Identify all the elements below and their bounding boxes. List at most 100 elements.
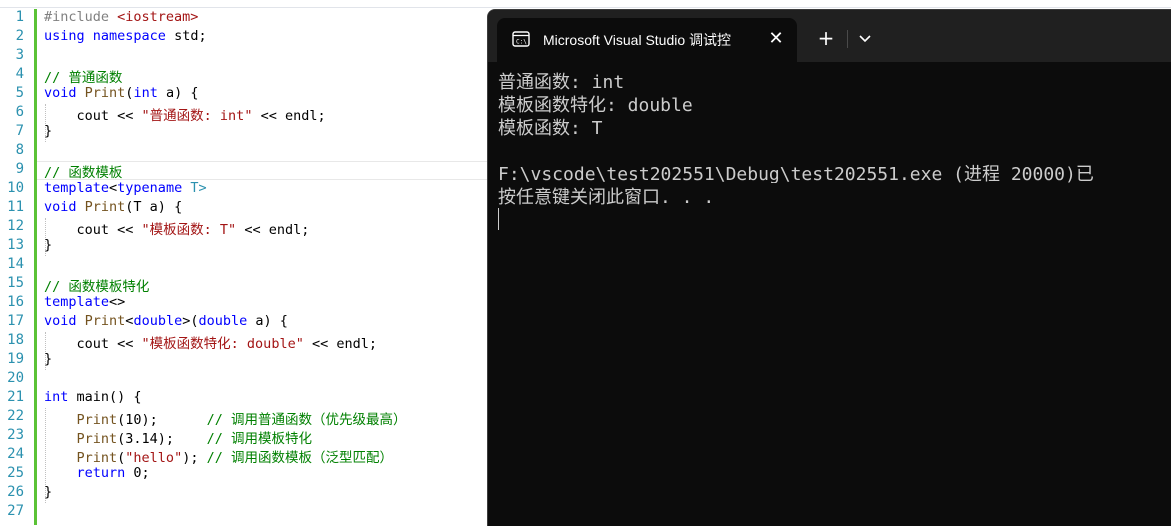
code-token: using [44,28,85,44]
terminal-output-line: F:\vscode\test202551\Debug\test202551.ex… [498,164,1094,183]
code-line[interactable]: using namespace std; [44,28,207,47]
text-cursor [498,208,499,230]
code-line[interactable]: #include <iostream> [44,9,198,28]
code-token: template [44,180,110,196]
code-token: Print [76,412,118,428]
code-line[interactable]: Print(10); // 调用普通函数（优先级最高） [44,408,407,428]
code-line[interactable]: } [44,123,52,142]
terminal-tab-title: Microsoft Visual Studio 调试控 [543,32,732,48]
line-number: 15 [7,275,24,291]
terminal-output-line: 普通函数: int [498,72,625,91]
code-line[interactable]: cout << "普通函数: int" << endl; [44,104,326,124]
code-line[interactable]: void Print(T a) { [44,199,182,218]
code-token: void [44,199,77,215]
code-token: double [198,313,248,329]
line-number: 24 [7,446,24,462]
code-line[interactable]: void Print<double>(double a) { [44,313,288,332]
code-line[interactable]: cout << "模板函数: T" << endl; [44,218,310,238]
code-line[interactable]: } [44,484,52,503]
code-token: int [44,389,69,405]
code-token: std; [165,28,207,44]
code-token: // 调用普通函数（优先级最高） [206,412,407,428]
code-token: } [44,351,53,367]
code-token: cout << [44,108,142,124]
code-token: typename [117,180,183,196]
code-token: namespace [92,28,166,44]
line-number: 8 [15,142,24,158]
line-number: 11 [7,199,24,215]
line-number: 10 [7,180,24,196]
code-line[interactable]: } [44,237,52,256]
code-line[interactable]: cout << "模板函数特化: double" << endl; [44,332,377,352]
line-number: 7 [15,123,24,139]
line-number-gutter: 1 2 3 4 5 6 7 8 9 10 11 12 13 14 15 16 17 18 19 20 21 22 23 24 2… [0,9,34,525]
code-token: // 函数模板特化 [44,279,150,295]
code-token: double [133,313,183,329]
code-token: (3.14); [117,431,207,447]
debug-console-window[interactable]: C:\ Microsoft Visual Studio 调试控 ✕ + 普通函数… [487,9,1171,526]
line-number: 12 [7,218,24,234]
code-token: "模板函数特化: double" [141,336,304,352]
terminal-titlebar: C:\ Microsoft Visual Studio 调试控 ✕ + [488,10,1171,62]
code-token: // 调用函数模板（泛型匹配） [206,450,393,466]
code-line[interactable]: void Print(int a) { [44,85,198,104]
line-number: 4 [15,66,24,82]
code-token: main() { [68,389,142,405]
code-token: return [76,465,126,481]
terminal-tab[interactable]: C:\ Microsoft Visual Studio 调试控 ✕ [497,18,797,62]
chevron-down-icon[interactable] [854,27,876,49]
code-line[interactable]: // 普通函数 [44,66,122,86]
line-number: 2 [15,28,24,44]
code-token: // 函数模板 [44,165,123,181]
code-token: } [44,484,53,500]
close-icon[interactable]: ✕ [765,28,787,50]
line-number: 21 [7,389,24,405]
code-line[interactable]: return 0; [44,465,150,484]
line-number: 18 [7,332,24,348]
line-number: 26 [7,484,24,500]
code-line[interactable]: template<typename T> [44,180,207,199]
code-token: } [44,237,53,253]
line-number: 20 [7,370,24,386]
code-token: void [44,313,77,329]
code-line[interactable]: // 函数模板特化 [44,275,150,295]
code-token: // 调用模板特化 [206,431,312,447]
code-line[interactable]: } [44,351,52,370]
code-token: << endl; [236,222,310,238]
code-line[interactable]: template<> [44,294,125,313]
line-number: 9 [15,161,24,177]
editor-top-strip [0,0,1171,8]
console-icon: C:\ [512,31,530,47]
code-token: < [109,180,118,196]
code-line[interactable]: int main() { [44,389,142,408]
line-number: 13 [7,237,24,253]
line-number: 27 [7,503,24,519]
code-token: Print [84,313,126,329]
line-number: 1 [15,9,24,25]
code-line[interactable]: Print("hello"); // 调用函数模板（泛型匹配） [44,446,393,466]
code-token: "模板函数: T" [141,222,237,238]
titlebar-divider [847,30,848,48]
line-number: 6 [15,104,24,120]
code-token: Print [84,199,126,215]
line-number: 23 [7,427,24,443]
code-line[interactable]: Print(3.14); // 调用模板特化 [44,427,312,447]
terminal-output-line: 按任意键关闭此窗口. . . [498,187,715,206]
code-line[interactable]: // 函数模板 [44,161,123,181]
code-token: "hello" [125,450,183,466]
code-token: Print [76,431,118,447]
code-token: "普通函数: int" [141,108,253,124]
terminal-output[interactable]: 普通函数: int 模板函数特化: double 模板函数: T F:\vscode… [498,68,1171,518]
code-token: <iostream> [117,9,199,25]
line-number: 25 [7,465,24,481]
code-token: Print [84,85,126,101]
new-tab-button[interactable]: + [814,26,838,50]
code-token: template [44,294,110,310]
code-token: (10); [117,412,207,428]
code-token: Print [76,450,118,466]
line-number: 14 [7,256,24,272]
code-token: ); [182,450,207,466]
